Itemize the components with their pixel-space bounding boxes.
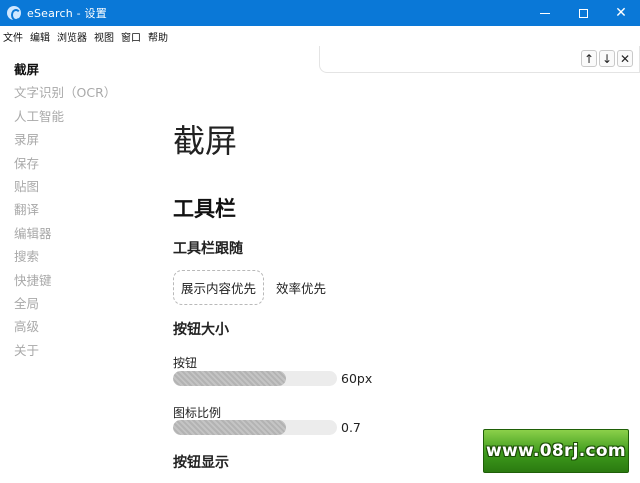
title-bar: eSearch - 设置 ✕ [0,0,640,26]
menu-file[interactable]: 文件 [3,29,23,44]
sidebar-item-screenshot[interactable]: 截屏 [14,58,134,81]
menu-view[interactable]: 视图 [94,29,114,44]
menu-browser[interactable]: 浏览器 [57,29,87,44]
maximize-button[interactable] [564,0,602,26]
button-size-label: 按钮 [173,356,198,370]
button-size-value: 60px [341,371,373,386]
sidebar-item-recording[interactable]: 录屏 [14,128,134,151]
sidebar-item-search[interactable]: 搜索 [14,245,134,268]
icon-ratio-label: 图标比例 [173,406,222,420]
watermark-text: www.08rj.com [486,441,626,461]
sidebar-item-pin[interactable]: 贴图 [14,175,134,198]
sidebar-item-global[interactable]: 全局 [14,292,134,315]
minimize-icon [540,12,550,14]
sidebar-item-ai[interactable]: 人工智能 [14,105,134,128]
sidebar-item-advanced[interactable]: 高级 [14,315,134,338]
watermark-logo: www.08rj.com [483,429,629,473]
icon-ratio-row: 0.7 [173,420,361,435]
sidebar-item-editor[interactable]: 编辑器 [14,222,134,245]
toolbar-follow-heading: 工具栏跟随 [173,241,243,257]
search-nav-panel: ↑ ↓ ✕ [319,46,640,73]
settings-sidebar: 截屏 文字识别（OCR） 人工智能 录屏 保存 贴图 翻译 编辑器 搜索 快捷键… [14,58,134,362]
menu-window[interactable]: 窗口 [121,29,141,44]
slider-fill [173,420,287,435]
sidebar-item-shortcuts[interactable]: 快捷键 [14,269,134,292]
sidebar-item-save[interactable]: 保存 [14,152,134,175]
toolbar-follow-options: 展示内容优先 效率优先 [173,270,326,305]
page-title: 截屏 [173,122,238,160]
section-title-toolbar: 工具栏 [173,197,236,221]
esearch-logo-icon [7,6,21,21]
window-title: eSearch - 设置 [27,7,107,20]
sidebar-item-ocr[interactable]: 文字识别（OCR） [14,81,134,104]
icon-ratio-slider[interactable] [173,420,337,435]
icon-ratio-value: 0.7 [341,420,361,435]
menu-help[interactable]: 帮助 [148,29,168,44]
button-size-heading: 按钮大小 [173,322,229,338]
option-content-first[interactable]: 展示内容优先 [173,270,265,305]
slider-fill [173,371,287,386]
close-icon: ✕ [615,5,627,21]
menu-bar: 文件 编辑 浏览器 视图 窗口 帮助 [0,26,640,46]
nav-buttons: ↑ ↓ ✕ [581,50,633,67]
maximize-icon [578,8,588,18]
window-controls: ✕ [526,0,640,26]
close-icon[interactable]: ✕ [617,50,633,67]
sidebar-item-translate[interactable]: 翻译 [14,198,134,221]
button-size-slider[interactable] [173,371,337,386]
minimize-button[interactable] [526,0,564,26]
arrow-down-icon[interactable]: ↓ [599,50,615,67]
menu-edit[interactable]: 编辑 [30,29,50,44]
arrow-up-icon[interactable]: ↑ [581,50,597,67]
button-size-row: 60px [173,371,372,386]
button-display-heading: 按钮显示 [173,455,229,471]
sidebar-item-about[interactable]: 关于 [14,339,134,362]
close-window-button[interactable]: ✕ [602,0,640,26]
option-efficiency-first[interactable]: 效率优先 [276,278,326,297]
